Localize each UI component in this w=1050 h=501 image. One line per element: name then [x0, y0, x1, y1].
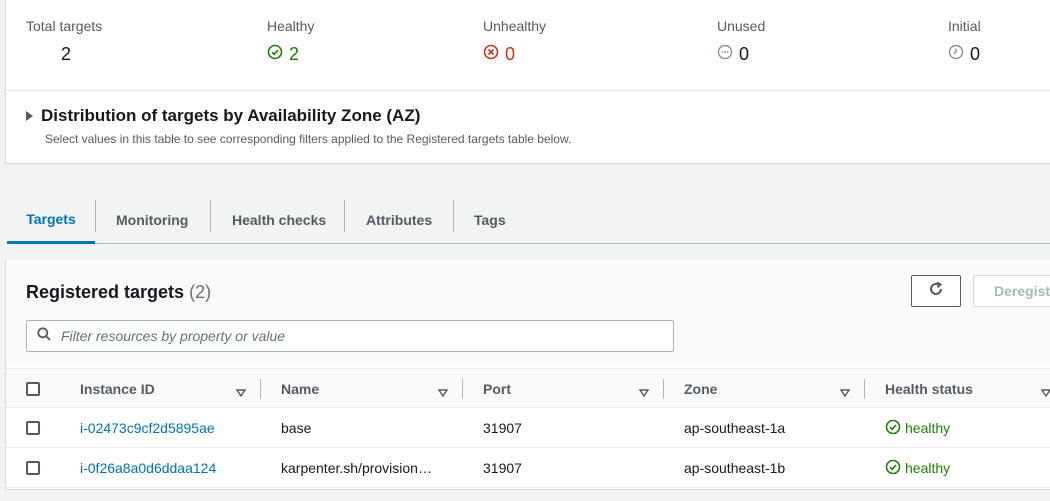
stat-value: 0 — [739, 44, 750, 64]
registered-targets-panel: Registered targets (2) Deregist Instance… — [5, 260, 1050, 490]
tab-health-checks[interactable]: Health checks — [212, 196, 346, 243]
stat-unhealthy[interactable]: Unhealthy 0 — [483, 18, 546, 65]
tab-tags[interactable]: Tags — [469, 196, 506, 243]
tab-divider — [344, 200, 345, 232]
target-name: base — [281, 420, 312, 436]
check-circle-icon — [267, 44, 283, 65]
row-checkbox[interactable] — [26, 461, 40, 475]
target-name: karpenter.sh/provision… — [281, 460, 432, 476]
health-status-text: healthy — [905, 420, 951, 436]
check-circle-icon — [885, 459, 901, 478]
table-row[interactable]: i-02473c9cf2d5895ae base 31907 ap-southe… — [6, 408, 1050, 448]
tab-divider — [453, 200, 454, 232]
panel-title-text: Registered targets — [26, 282, 185, 302]
column-divider — [462, 379, 463, 399]
check-circle-icon — [885, 419, 901, 438]
select-all-checkbox[interactable] — [26, 382, 40, 396]
health-status: healthy — [885, 448, 950, 488]
registered-targets-heading: Registered targets (2) — [26, 282, 211, 303]
tab-bar: Targets Monitoring Health checks Attribu… — [7, 196, 1050, 244]
target-count: (2) — [189, 282, 212, 302]
search-icon — [37, 326, 51, 346]
target-zone: ap-southeast-1a — [684, 420, 786, 436]
sort-caret-icon[interactable] — [1040, 384, 1050, 402]
stat-value: 0 — [505, 44, 516, 64]
stat-value: 0 — [970, 44, 981, 64]
refresh-icon — [927, 280, 945, 303]
stat-value: 2 — [61, 44, 72, 64]
refresh-button[interactable] — [911, 275, 961, 307]
column-header-name[interactable]: Name — [281, 369, 319, 409]
column-divider — [260, 379, 261, 399]
sort-caret-icon[interactable] — [437, 384, 449, 402]
tab-targets[interactable]: Targets — [7, 196, 95, 244]
target-port: 31907 — [483, 420, 522, 436]
az-distribution-toggle[interactable]: Distribution of targets by Availability … — [26, 106, 571, 126]
column-header-port[interactable]: Port — [483, 369, 511, 409]
tab-attributes[interactable]: Attributes — [346, 196, 452, 243]
stat-value: 2 — [289, 44, 300, 64]
ellipsis-circle-icon — [717, 44, 733, 65]
column-divider — [663, 379, 664, 399]
az-distribution-description: Select values in this table to see corre… — [45, 132, 572, 146]
column-divider — [864, 379, 865, 399]
table-row[interactable]: i-0f26a8a0d6ddaa124 karpenter.sh/provisi… — [6, 448, 1050, 488]
stat-healthy[interactable]: Healthy 2 — [267, 18, 314, 65]
stat-label: Unhealthy — [483, 18, 547, 34]
stat-label: Healthy — [267, 18, 315, 34]
tab-divider — [210, 200, 211, 232]
health-status-text: healthy — [905, 460, 951, 476]
stat-label: Total targets — [26, 18, 103, 34]
target-summary-panel: Total targets 2 Healthy 2 Unhealthy 0 Un… — [5, 0, 1050, 164]
x-circle-icon — [483, 44, 499, 65]
target-port: 31907 — [483, 460, 522, 476]
row-checkbox[interactable] — [26, 421, 40, 435]
stat-label: Unused — [717, 18, 766, 34]
az-distribution-section: Distribution of targets by Availability … — [26, 106, 571, 146]
health-status: healthy — [885, 408, 950, 448]
search-box — [26, 320, 674, 352]
stat-total-targets: Total targets 2 — [26, 18, 102, 65]
target-zone: ap-southeast-1b — [684, 460, 786, 476]
sort-caret-icon[interactable] — [235, 384, 247, 402]
stat-initial[interactable]: Initial 0 — [948, 18, 981, 65]
sort-caret-icon[interactable] — [638, 384, 650, 402]
table-header: Instance ID Name Port Zone Health status — [6, 368, 1050, 408]
stat-label: Initial — [948, 18, 981, 34]
column-header-instance-id[interactable]: Instance ID — [80, 369, 155, 409]
divider — [6, 90, 1050, 91]
instance-id-link[interactable]: i-02473c9cf2d5895ae — [80, 408, 215, 448]
tab-monitoring[interactable]: Monitoring — [96, 196, 208, 243]
caret-right-icon — [26, 111, 33, 121]
column-header-health-status[interactable]: Health status — [885, 369, 973, 409]
az-distribution-title: Distribution of targets by Availability … — [41, 106, 421, 125]
instance-id-link[interactable]: i-0f26a8a0d6ddaa124 — [80, 448, 216, 488]
clock-icon — [948, 44, 964, 65]
deregister-button[interactable]: Deregist — [973, 275, 1050, 307]
column-header-zone[interactable]: Zone — [684, 369, 717, 409]
filter-input[interactable] — [59, 327, 639, 345]
stat-unused[interactable]: Unused 0 — [717, 18, 765, 65]
sort-caret-icon[interactable] — [839, 384, 851, 402]
